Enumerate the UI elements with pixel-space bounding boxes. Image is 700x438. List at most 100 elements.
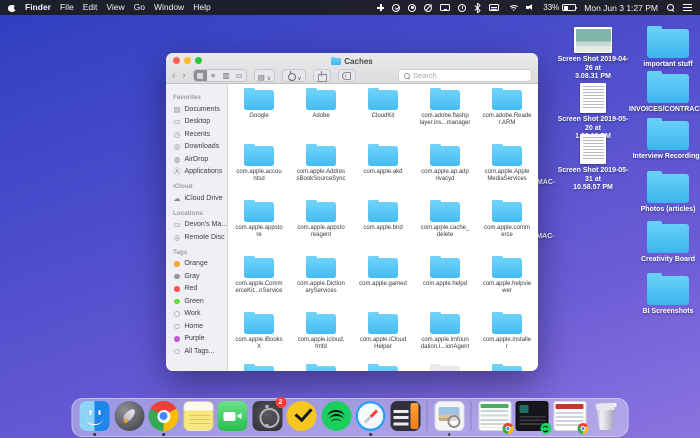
desktop-folder-photos-articles[interactable]: Photos (articles) <box>629 174 700 215</box>
folder-item[interactable]: com.apple.bird <box>352 198 414 254</box>
sidebar-item-downloads[interactable]: Downloads <box>173 141 227 154</box>
folder-item[interactable]: CloudKit <box>352 86 414 142</box>
sidebar-item-applications[interactable]: Applications <box>173 166 227 179</box>
tag-button[interactable] <box>338 69 356 82</box>
sidebar-tag-gray[interactable]: Gray <box>173 270 227 283</box>
dock-minimized-document[interactable] <box>553 401 586 431</box>
dock-chrome[interactable] <box>149 401 179 431</box>
sidebar-item-airdrop[interactable]: AirDrop <box>173 153 227 166</box>
partial-folder[interactable] <box>414 366 476 371</box>
menu-window[interactable]: Window <box>154 0 184 15</box>
dock-stickies[interactable] <box>183 401 213 431</box>
dock-launchpad[interactable] <box>114 401 144 431</box>
folder-item[interactable]: com.apple.Comm erceKit...nService <box>228 254 290 310</box>
folder-item[interactable]: com.apple.appsto re <box>228 198 290 254</box>
sidebar-tag-home[interactable]: Home <box>173 320 227 333</box>
back-button[interactable]: ‹ <box>172 71 175 81</box>
folder-item[interactable]: Google <box>228 86 290 142</box>
partial-folder[interactable] <box>290 366 352 371</box>
folder-item[interactable]: com.apple.icloud. fmfd <box>290 310 352 366</box>
partial-folder[interactable] <box>352 366 414 371</box>
notification-center-icon[interactable] <box>683 4 692 11</box>
group-by-button[interactable] <box>254 69 276 82</box>
desktop-folder-creativity-board[interactable]: Creativity Board <box>629 224 700 265</box>
partial-folder[interactable] <box>228 366 290 371</box>
menu-extra-cross-icon[interactable] <box>377 4 384 11</box>
folder-item[interactable]: com.apple.Apple MediaServices <box>476 142 538 198</box>
wifi-icon[interactable] <box>507 4 518 12</box>
folder-item[interactable]: com.apple.helpvie wer <box>476 254 538 310</box>
sidebar-tag-orange[interactable]: Orange <box>173 258 227 271</box>
menu-extra-check-circle-icon[interactable] <box>392 4 400 12</box>
search-input[interactable] <box>413 71 527 80</box>
desktop-folder-invoices[interactable]: INVOICES/CONTRACTS <box>629 74 700 115</box>
folder-item[interactable]: com.apple.cache_ delete <box>414 198 476 254</box>
sidebar-item-desktop[interactable]: Desktop <box>173 116 227 129</box>
sidebar-tag-purple[interactable]: Purple <box>173 333 227 346</box>
folder-item[interactable]: com.apple.imfoun dation.I...ionAgent <box>414 310 476 366</box>
dock-safari[interactable] <box>356 401 386 431</box>
desktop-folder-interview-recordings[interactable]: Interview Recordings <box>629 121 700 162</box>
gallery-view-button[interactable] <box>233 70 246 81</box>
sidebar-tag-red[interactable]: Red <box>173 283 227 296</box>
folder-item[interactable]: com.apple.helpd <box>414 254 476 310</box>
dock-preview[interactable] <box>434 401 464 431</box>
desktop-folder-important-stuff[interactable]: important stuff <box>629 29 700 70</box>
time-machine-icon[interactable] <box>458 4 466 12</box>
column-view-button[interactable] <box>220 70 233 81</box>
folder-item[interactable]: com.apple.appsto reagent <box>290 198 352 254</box>
dock-norton[interactable] <box>287 401 317 431</box>
folder-item[interactable]: Adobe <box>290 86 352 142</box>
zoom-button[interactable] <box>195 57 202 64</box>
folder-item[interactable]: com.apple.Addres sBookSourceSync <box>290 142 352 198</box>
bluetooth-icon[interactable] <box>474 3 481 13</box>
sidebar-item-documents[interactable]: Documents <box>173 103 227 116</box>
volume-icon[interactable] <box>526 4 535 12</box>
menu-extra-camera-icon[interactable] <box>408 4 416 12</box>
folder-item[interactable]: com.apple.Diction aryServices <box>290 254 352 310</box>
dock-finder[interactable] <box>80 401 110 431</box>
menu-edit[interactable]: Edit <box>83 0 98 15</box>
dock-calculator[interactable] <box>390 401 420 431</box>
menu-view[interactable]: View <box>106 0 124 15</box>
menu-go[interactable]: Go <box>134 0 145 15</box>
keyboard-icon[interactable] <box>489 4 499 11</box>
sidebar-tag-work[interactable]: Work <box>173 308 227 321</box>
menu-help[interactable]: Help <box>193 0 210 15</box>
window-chrome[interactable]: Caches ‹ › <box>166 53 538 84</box>
sidebar-item-recents[interactable]: Recents <box>173 128 227 141</box>
minimize-button[interactable] <box>184 57 191 64</box>
apple-menu-icon[interactable] <box>8 3 16 12</box>
sidebar-item-remote-disc[interactable]: Remote Disc <box>173 231 227 244</box>
folder-item[interactable]: com.apple.iCloud Helper <box>352 310 414 366</box>
menu-extra-prohibit-icon[interactable] <box>424 4 432 12</box>
menu-finder[interactable]: Finder <box>25 0 51 15</box>
folder-item[interactable]: com.adobe.Reade r.ARM <box>476 86 538 142</box>
folder-item[interactable]: com.apple.iBooks X <box>228 310 290 366</box>
battery-indicator[interactable]: 33% <box>543 3 576 12</box>
action-menu-button[interactable] <box>282 69 305 82</box>
desktop-file-screenshot-1[interactable]: Screen Shot 2019-04-26 at 3.08.31 PM <box>554 27 632 82</box>
partial-folder[interactable] <box>476 366 538 371</box>
desktop-file-screenshot-2[interactable]: Screen Shot 2019-05-20 at 1.38.16 PM <box>554 83 632 142</box>
desktop-folder-bi-screenshots[interactable]: BI Screenshots <box>629 276 700 317</box>
dock-spotify[interactable] <box>321 401 351 431</box>
folder-item[interactable]: com.apple.comm erce <box>476 198 538 254</box>
dock-minimized-spotify[interactable] <box>516 401 549 431</box>
dock-system-preferences[interactable]: 2 <box>252 401 282 431</box>
menu-file[interactable]: File <box>60 0 74 15</box>
sidebar-item-icloud-drive[interactable]: iCloud Drive <box>173 192 227 205</box>
folder-item[interactable]: com.apple.akd <box>352 142 414 198</box>
sidebar-all-tags[interactable]: All Tags... <box>173 345 227 358</box>
icon-view-button[interactable] <box>194 70 207 81</box>
close-button[interactable] <box>173 57 180 64</box>
folder-item[interactable]: com.apple.installe r <box>476 310 538 366</box>
search-field[interactable] <box>398 69 532 82</box>
folder-item[interactable]: com.apple.accou ntsd <box>228 142 290 198</box>
forward-button[interactable]: › <box>182 71 185 81</box>
airplay-display-icon[interactable] <box>440 4 450 11</box>
folder-item[interactable]: com.apple.gamed <box>352 254 414 310</box>
desktop-file-screenshot-3[interactable]: Screen Shot 2019-05-31 at 10.58.57 PM <box>554 134 632 193</box>
dock-trash[interactable] <box>591 401 621 431</box>
share-button[interactable] <box>313 69 331 82</box>
